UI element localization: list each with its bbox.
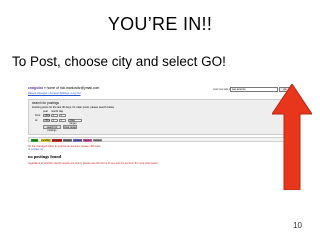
city-select[interactable]: san antonio xyxy=(230,87,278,92)
to-label: to: xyxy=(35,119,38,122)
no-postings-heading: no postings found xyxy=(28,154,62,159)
from-label: from: xyxy=(35,114,41,117)
panel-title: search for postings xyxy=(32,101,59,105)
slide-page-number: 10 xyxy=(293,221,302,230)
search-panel: search for postings showing posts for th… xyxy=(28,99,294,135)
footer-notice: regardless of whether search results are… xyxy=(28,162,158,165)
filter-removed[interactable]: removed xyxy=(52,138,63,142)
filter-pending[interactable]: pending xyxy=(41,138,51,142)
slide-title: YOU’RE IN!! xyxy=(107,14,213,34)
filter-deleted[interactable]: deleted xyxy=(63,138,72,142)
col-day: day xyxy=(59,110,64,113)
clear-range-button[interactable]: clear range xyxy=(63,125,77,129)
site-title: craigslist » home of rick.markovitz@ymai… xyxy=(28,86,100,90)
filter-active[interactable]: active xyxy=(31,138,39,142)
account-header: craigslist » home of rick.markovitz@ymai… xyxy=(28,86,294,95)
craigslist-account-screenshot: craigslist » home of rick.markovitz@ymai… xyxy=(28,86,294,220)
slide-subtitle: To Post, choose city and select GO! xyxy=(12,54,226,69)
filter-expired[interactable]: expired xyxy=(73,138,82,142)
to-day-input[interactable]: 1 xyxy=(59,119,66,122)
col-month: month xyxy=(51,110,59,113)
up-arrow-icon xyxy=(272,84,312,190)
range-select[interactable]: (date range) xyxy=(68,119,82,125)
craigslist-logo[interactable]: craigslist xyxy=(28,86,43,90)
from-day-input[interactable]: 1 xyxy=(59,114,66,117)
post-in-label: post new ads in: xyxy=(213,88,232,91)
contact-link[interactable]: or contact us xyxy=(28,148,43,151)
account-owner: » home of rick.markovitz@ymail.com xyxy=(43,86,100,90)
from-year-input[interactable]: 2010 xyxy=(43,114,50,117)
filter-flagged[interactable]: flagged xyxy=(83,138,92,142)
to-month-input[interactable]: 1 xyxy=(51,119,58,122)
status-filter-bar: active pending removed deleted expired f… xyxy=(28,137,294,142)
account-links[interactable]: Recent Changes • Account Settings • Log … xyxy=(28,92,81,95)
col-year: year xyxy=(43,110,49,113)
filter-deleted-2[interactable]: deleted xyxy=(93,138,102,142)
to-year-input[interactable]: 2010 xyxy=(43,119,50,122)
from-month-input[interactable]: 1 xyxy=(51,114,58,117)
search-postings-button[interactable]: search for postings xyxy=(43,125,61,132)
panel-subtitle: showing posts for the last 30 days; for … xyxy=(32,106,115,109)
